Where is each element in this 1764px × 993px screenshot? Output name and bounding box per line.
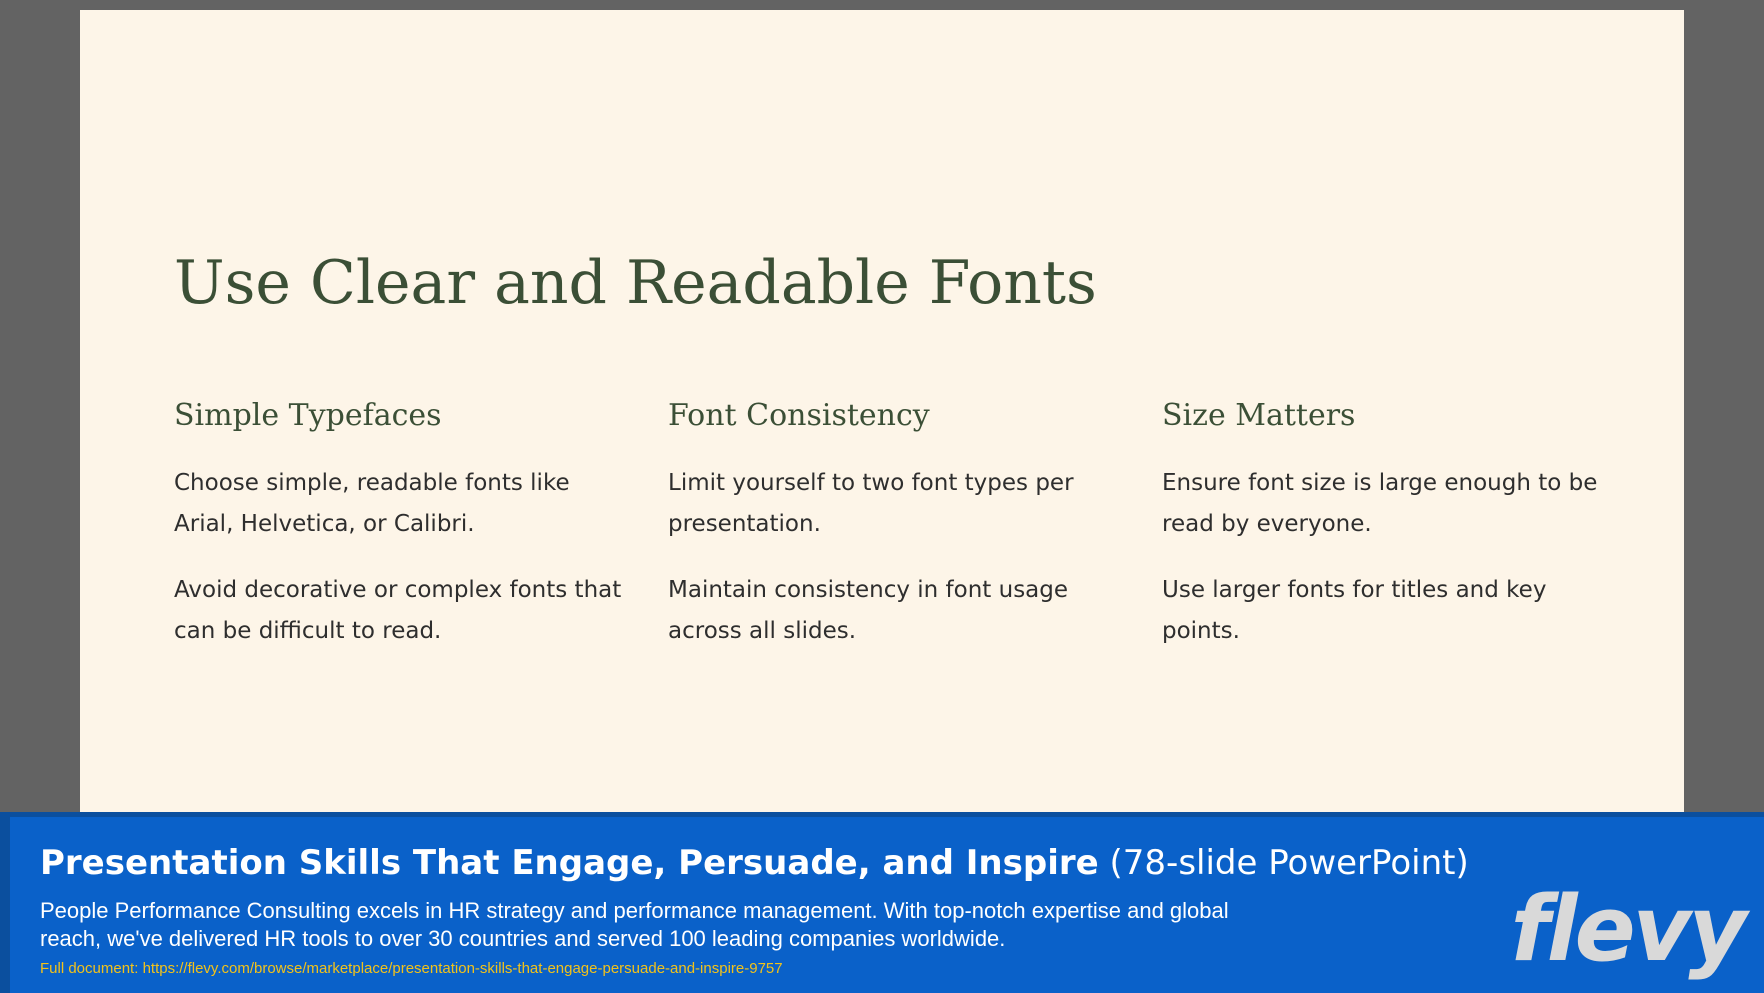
column-heading: Font Consistency: [668, 398, 930, 433]
column-paragraph: Maintain consistency in font usage acros…: [668, 577, 1069, 644]
banner-description: People Performance Consulting excels in …: [40, 898, 1229, 951]
column-paragraph: Avoid decorative or complex fonts that c…: [174, 577, 622, 644]
flevy-logo[interactable]: flevy: [1511, 885, 1747, 975]
column-heading: Simple Typefaces: [174, 398, 442, 433]
column-size-matters: Size Matters Ensure font size is large e…: [1162, 394, 1622, 677]
slide: Use Clear and Readable Fonts Simple Type…: [80, 10, 1684, 812]
column-paragraph: Choose simple, readable fonts like Arial…: [174, 470, 570, 537]
column-paragraph: Limit yourself to two font types per pre…: [668, 470, 1074, 537]
banner-title-suffix: (78-slide PowerPoint): [1109, 843, 1469, 883]
slide-title: Use Clear and Readable Fonts: [174, 248, 1097, 318]
banner-edge: [0, 817, 10, 993]
link-label: Full document:: [40, 960, 139, 977]
document-url[interactable]: https://flevy.com/browse/marketplace/pre…: [143, 960, 783, 977]
document-banner: Presentation Skills That Engage, Persuad…: [0, 812, 1764, 993]
column-paragraph: Use larger fonts for titles and key poin…: [1162, 577, 1547, 644]
banner-title-main: Presentation Skills That Engage, Persuad…: [40, 843, 1099, 883]
column-paragraph: Ensure font size is large enough to be r…: [1162, 470, 1598, 537]
column-simple-typefaces: Simple Typefaces Choose simple, readable…: [174, 394, 634, 677]
banner-title: Presentation Skills That Engage, Persuad…: [40, 843, 1469, 883]
column-heading: Size Matters: [1162, 398, 1356, 433]
column-font-consistency: Font Consistency Limit yourself to two f…: [668, 394, 1128, 677]
full-document-link[interactable]: Full document: https://flevy.com/browse/…: [40, 960, 783, 977]
